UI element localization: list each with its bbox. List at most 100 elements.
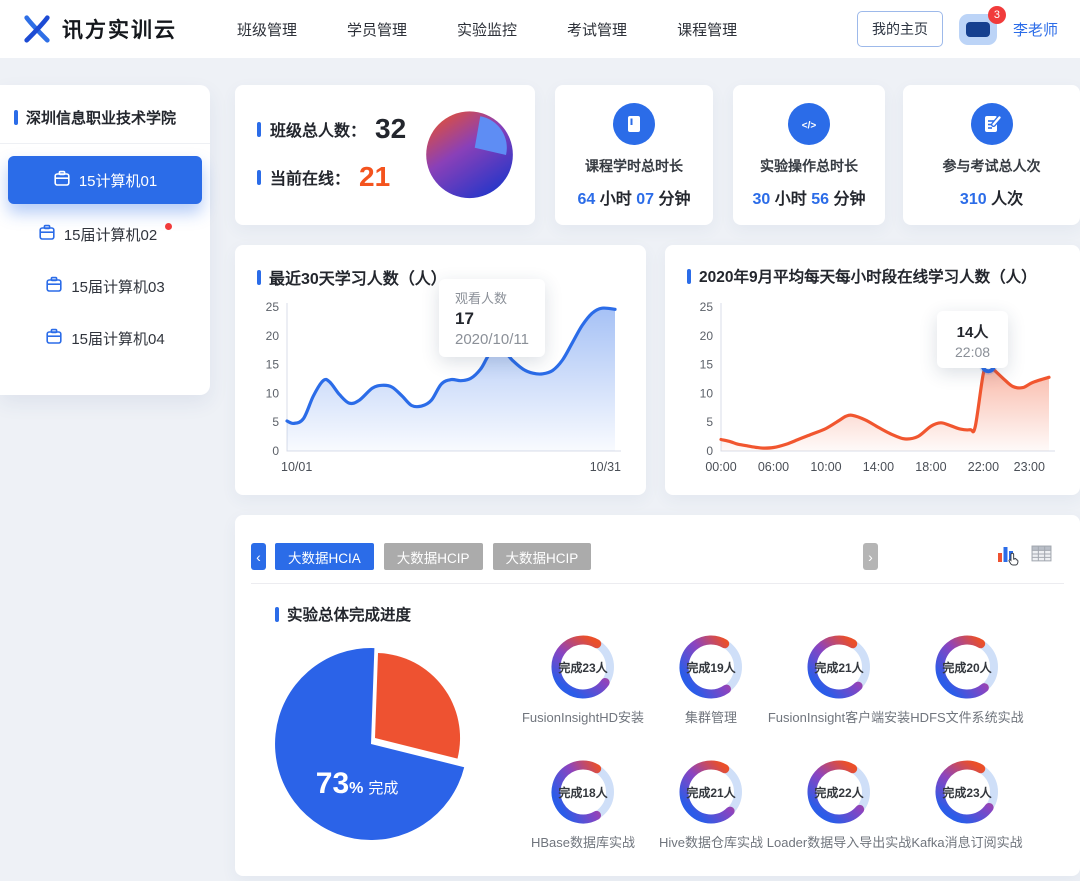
top-header: 讯方实训云 班级管理 学员管理 实验监控 考试管理 课程管理 我的主页 3 李老师: [0, 0, 1080, 58]
user-avatar[interactable]: 3: [959, 14, 997, 45]
class-icon: [53, 170, 71, 191]
svg-text:</>: </>: [802, 121, 817, 132]
tab[interactable]: 大数据HCIP: [493, 543, 592, 570]
svg-text:0: 0: [272, 444, 279, 458]
class-label: 15届计算机03: [71, 276, 164, 297]
svg-text:20: 20: [700, 329, 714, 343]
tabs-next-button[interactable]: ›: [863, 543, 878, 570]
school-name: 深圳信息职业技术学院: [26, 107, 176, 128]
donut-ring: 完成19人: [676, 632, 746, 702]
svg-text:10/31: 10/31: [590, 460, 621, 474]
lab-hours-card: </> 实验操作总时长 30 小时 56 分钟: [733, 85, 885, 225]
donut-ring: 完成23人: [932, 757, 1002, 827]
hourly-online-chart-card: 2020年9月平均每天每小时段在线学习人数（人） 051015202500:00…: [665, 245, 1080, 495]
nav-item[interactable]: 课程管理: [677, 19, 737, 40]
donut-ring: 完成23人: [548, 632, 618, 702]
svg-text:06:00: 06:00: [758, 460, 789, 474]
experiment-donut: 完成20人 HDFS文件系统实战: [887, 632, 1047, 726]
svg-text:25: 25: [700, 300, 714, 314]
class-label: 15计算机01: [79, 170, 157, 191]
stat-title: 课程学时总时长: [555, 156, 713, 176]
last-30-days-chart-card: 最近30天学习人数（人） 051015202510/0110/31 观看人数 1…: [235, 245, 646, 495]
donut-ring: 完成18人: [548, 757, 618, 827]
nav-item[interactable]: 班级管理: [237, 19, 297, 40]
nav-item[interactable]: 学员管理: [347, 19, 407, 40]
donut-completed-label: 完成21人: [804, 632, 874, 702]
logo-x-icon: [22, 14, 52, 44]
school-title: 深圳信息职业技术学院: [0, 85, 210, 144]
overview-value: 32: [375, 115, 406, 143]
table-view-icon[interactable]: [1031, 544, 1052, 568]
stat-title: 实验操作总时长: [733, 156, 885, 176]
svg-text:10: 10: [266, 386, 280, 400]
nav-item[interactable]: 考试管理: [567, 19, 627, 40]
divider: [251, 583, 1064, 584]
accent-bar: [14, 110, 18, 125]
accent-bar: [257, 270, 261, 285]
svg-text:18:00: 18:00: [915, 460, 946, 474]
chart-title: 2020年9月平均每天每小时段在线学习人数（人）: [687, 265, 1066, 287]
class-icon: [38, 224, 56, 245]
svg-text:25: 25: [266, 300, 280, 314]
svg-text:10/01: 10/01: [281, 460, 312, 474]
accent-bar: [257, 122, 261, 137]
svg-text:15: 15: [700, 358, 714, 372]
line-chart: 051015202510/0110/31: [247, 293, 627, 487]
accent-bar: [687, 269, 691, 284]
sidebar-class-item[interactable]: 15计算机01: [8, 156, 202, 204]
app-name: 讯方实训云: [62, 14, 177, 44]
exam-count-card: 参与考试总人次 310 人次: [903, 85, 1080, 225]
class-overview-card: 班级总人数：32 当前在线：21: [235, 85, 535, 225]
overview-rows: 班级总人数：32 当前在线：21: [257, 115, 406, 211]
notification-badge[interactable]: 3: [988, 6, 1006, 24]
donut-completed-label: 完成22人: [804, 757, 874, 827]
svg-text:10: 10: [700, 386, 714, 400]
donut-ring: 完成20人: [932, 632, 1002, 702]
tabs-prev-button[interactable]: ‹: [251, 543, 266, 570]
app-logo[interactable]: 讯方实训云: [22, 14, 177, 44]
overview-row: 当前在线：21: [257, 163, 406, 191]
sidebar-class-item[interactable]: 15届计算机03: [8, 264, 202, 308]
svg-text:23:00: 23:00: [1014, 460, 1045, 474]
svg-text:15: 15: [266, 358, 280, 372]
code-icon: </>: [788, 103, 830, 145]
new-activity-dot: [165, 223, 172, 230]
svg-text:14:00: 14:00: [863, 460, 894, 474]
course-hours-card: 课程学时总时长 64 小时 07 分钟: [555, 85, 713, 225]
overview-row: 班级总人数：32: [257, 115, 406, 143]
stat-title: 参与考试总人次: [903, 156, 1080, 176]
donut-completed-label: 完成19人: [676, 632, 746, 702]
pie-center-label: 73%完成: [316, 767, 399, 801]
class-list: 15计算机01 15届计算机02 15届计算机03 15届计算机04: [0, 156, 210, 360]
stat-value: 310 人次: [903, 185, 1080, 209]
section-title: 实验总体完成进度: [275, 603, 411, 625]
donut-ring: 完成22人: [804, 757, 874, 827]
tab[interactable]: 大数据HCIP: [384, 543, 483, 570]
user-name[interactable]: 李老师: [1013, 19, 1058, 40]
overview-label: 当前在线：: [270, 165, 350, 189]
my-home-button[interactable]: 我的主页: [857, 11, 943, 47]
class-sidebar: 深圳信息职业技术学院 15计算机01 15届计算机02 15届计算机03 15届计算机…: [0, 85, 210, 395]
book-icon: [613, 103, 655, 145]
sidebar-class-item[interactable]: 15届计算机04: [8, 316, 202, 360]
donut-ring: 完成21人: [804, 632, 874, 702]
svg-text:0: 0: [706, 444, 713, 458]
donut-experiment-name: Kafka消息订阅实战: [887, 832, 1047, 851]
svg-text:10:00: 10:00: [810, 460, 841, 474]
main-nav: 班级管理 学员管理 实验监控 考试管理 课程管理: [237, 19, 737, 40]
chart-view-icon[interactable]: [997, 543, 1019, 569]
tooltip-value: 14人: [955, 321, 990, 342]
tooltip-label: 观看人数: [455, 288, 529, 307]
course-tab-bar: ‹ 大数据HCIA 大数据HCIP 大数据HCIP ›: [251, 543, 1064, 570]
nav-item[interactable]: 实验监控: [457, 19, 517, 40]
sidebar-class-item[interactable]: 15届计算机02: [8, 212, 202, 256]
tooltip-value: 17: [455, 309, 529, 329]
donut-completed-label: 完成23人: [548, 632, 618, 702]
stat-value: 64 小时 07 分钟: [555, 185, 713, 209]
donut-experiment-name: HDFS文件系统实战: [887, 707, 1047, 726]
exam-icon: [971, 103, 1013, 145]
experiment-donuts: 完成23人FusionInsightHD安装完成19人集群管理完成21人Fusi…: [503, 632, 1063, 872]
donut-completed-label: 完成21人: [676, 757, 746, 827]
tooltip-date: 2020/10/11: [455, 331, 529, 348]
tab-active[interactable]: 大数据HCIA: [275, 543, 374, 570]
